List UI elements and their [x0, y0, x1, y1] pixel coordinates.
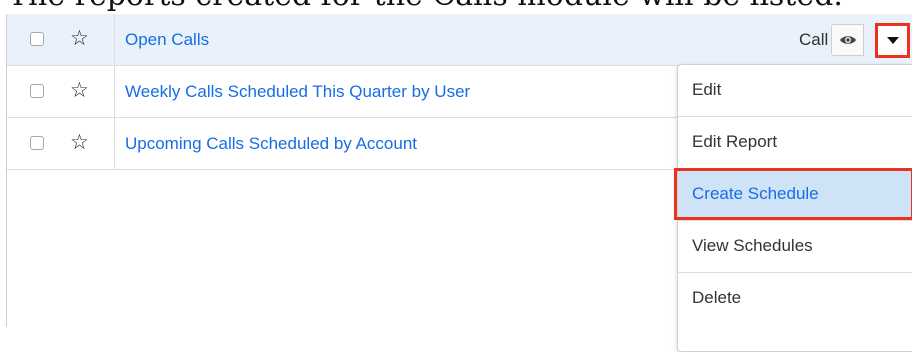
row-checkbox[interactable]	[30, 136, 44, 150]
menu-item-view-schedules[interactable]: View Schedules	[678, 221, 912, 273]
report-link[interactable]: Weekly Calls Scheduled This Quarter by U…	[125, 82, 470, 102]
report-link[interactable]: Open Calls	[125, 30, 209, 50]
actions-dropdown-button[interactable]	[875, 23, 910, 58]
report-link[interactable]: Upcoming Calls Scheduled by Account	[125, 134, 417, 154]
menu-item-edit[interactable]: Edit	[678, 65, 912, 117]
caret-down-icon	[886, 36, 899, 44]
row-actions	[819, 14, 912, 66]
eye-icon	[839, 36, 856, 44]
menu-item-delete[interactable]: Delete	[678, 273, 912, 325]
menu-item-label: Create Schedule	[692, 184, 819, 203]
star-icon[interactable]: ☆	[70, 26, 89, 50]
star-icon[interactable]: ☆	[70, 130, 89, 154]
column-divider	[114, 14, 115, 65]
menu-item-label: Edit	[692, 80, 722, 99]
column-divider	[114, 118, 115, 169]
menu-item-create-schedule[interactable]: Create Schedule	[674, 168, 912, 221]
cropped-heading: The reports created for the Calls module…	[0, 0, 912, 14]
menu-item-label: View Schedules	[692, 236, 813, 255]
menu-item-edit-report[interactable]: Edit Report	[678, 117, 912, 169]
column-divider	[114, 66, 115, 117]
menu-item-label: Edit Report	[692, 132, 778, 151]
row-checkbox[interactable]	[30, 32, 44, 46]
actions-dropdown-menu: Edit Edit Report Create Schedule View Sc…	[674, 64, 912, 352]
star-icon[interactable]: ☆	[70, 78, 89, 102]
table-row[interactable]: ☆ Open Calls Call	[7, 14, 912, 66]
cropped-heading-text: The reports created for the Calls module…	[8, 0, 843, 13]
row-checkbox[interactable]	[30, 84, 44, 98]
menu-item-label: Delete	[692, 288, 742, 307]
preview-button[interactable]	[831, 24, 864, 56]
